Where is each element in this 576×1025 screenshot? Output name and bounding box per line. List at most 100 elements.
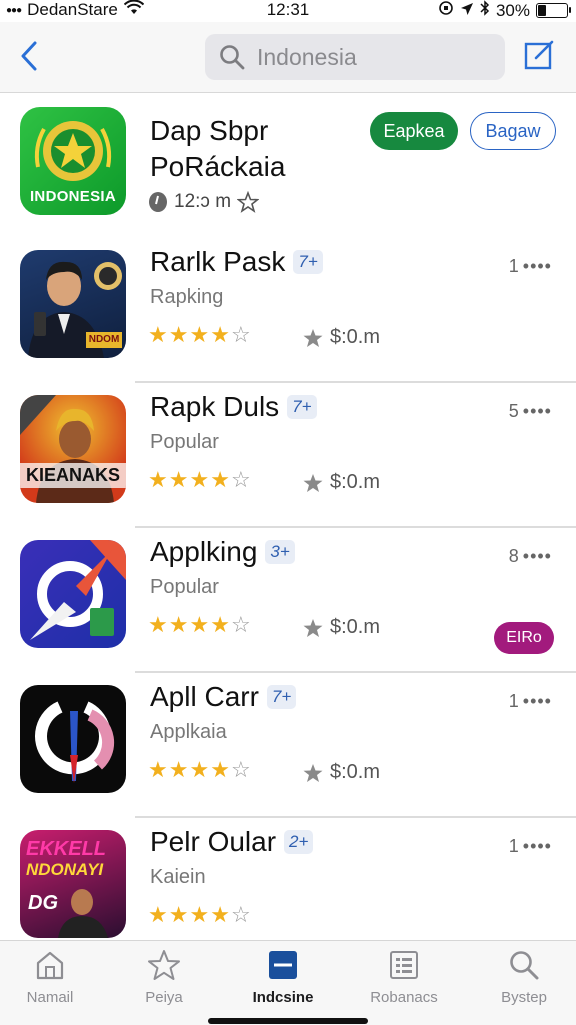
tab-label: Peiya [145, 989, 183, 1006]
app-price: $:0.m [302, 471, 380, 494]
star-icon [303, 328, 323, 347]
chevron-left-icon [21, 41, 37, 71]
app-title: Rarlk Pask [150, 246, 286, 277]
star-icon [303, 473, 323, 492]
featured-icon-label: INDONESIA [29, 188, 117, 205]
battery-fill [538, 5, 546, 16]
star-empty-icon: ☆ [230, 322, 251, 347]
app-subtitle: Rapking [150, 286, 224, 308]
star-filled-icon: ★ [189, 322, 210, 347]
square-minus-icon [269, 951, 297, 979]
rank-number: 1 [508, 691, 519, 711]
list-item[interactable]: KIEANAKS Rapk Duls 7+ Popular ★ ★ ★ ★ ☆ $:0.… [0, 383, 576, 528]
star-outline-icon [237, 191, 260, 213]
app-icon [20, 685, 126, 793]
nav-bar [0, 22, 576, 93]
rank-indicator[interactable]: 8 •••• [509, 546, 552, 567]
grid-list-icon [390, 951, 418, 979]
search-icon [510, 951, 539, 980]
rank-indicator[interactable]: 1 •••• [509, 691, 552, 712]
app-price-text: $:0.m [330, 761, 381, 783]
star-filled-icon: ★ [168, 902, 189, 927]
clock-icon [149, 192, 167, 212]
star-filled-icon: ★ [148, 467, 168, 492]
rating-stars: ★ ★ ★ ★ ☆ [148, 469, 251, 491]
tag-pill[interactable]: EIRo [494, 622, 554, 654]
list-item[interactable]: Applking 3+ Popular ★ ★ ★ ★ ☆ $:0.m 8 •••• E… [0, 528, 576, 673]
app-title-row: Rapk Duls 7+ [150, 391, 317, 423]
featured-title-line1: Dap Sbpr [150, 115, 269, 146]
featured-title: Dap Sbpr PoRáckaia [150, 113, 370, 185]
star-icon [303, 763, 323, 782]
more-dots-icon: •••• [522, 256, 552, 276]
more-dots-icon: •••• [522, 691, 552, 711]
app-subtitle: Popular [150, 431, 219, 453]
app-icon: KIEANAKS [20, 395, 126, 503]
featured-primary-button[interactable]: Eapkea [370, 112, 458, 150]
app-icon-poster-line2: NDONAYI [26, 860, 104, 879]
app-title-row: Apll Carr 7+ [150, 681, 297, 713]
star-empty-icon: ☆ [230, 902, 251, 927]
star-empty-icon: ☆ [230, 757, 251, 782]
rank-indicator[interactable]: 1 •••• [509, 836, 552, 857]
star-filled-icon: ★ [210, 757, 230, 782]
battery-percent: 30% [495, 0, 530, 20]
age-badge: 7+ [266, 685, 297, 709]
rank-indicator[interactable]: 1 •••• [509, 256, 552, 277]
app-icon [20, 540, 126, 648]
app-price-text: $:0.m [330, 326, 381, 348]
star-filled-icon: ★ [189, 467, 210, 492]
rating-stars: ★ ★ ★ ★ ☆ [148, 614, 251, 636]
rank-number: 8 [508, 546, 519, 566]
tab-search[interactable]: Bystep [474, 949, 574, 1006]
star-filled-icon: ★ [148, 902, 168, 927]
tab-current[interactable]: Indcsine [233, 949, 333, 1006]
tab-label: Namail [26, 989, 74, 1006]
app-icon-poster-line3: DG [28, 892, 58, 914]
star-empty-icon: ☆ [230, 467, 251, 492]
age-badge: 3+ [265, 540, 295, 564]
tab-categories[interactable]: Robanacs [354, 949, 454, 1006]
featured-app-icon: INDONESIA [20, 107, 126, 215]
star-filled-icon: ★ [210, 612, 230, 637]
tab-label: Indcsine [252, 989, 314, 1006]
more-dots-icon: •••• [522, 546, 552, 566]
app-icon-badge-text: NDOM [88, 334, 120, 345]
star-filled-icon: ★ [210, 467, 230, 492]
orientation-lock-icon [438, 0, 454, 21]
tab-bar: Namail Peiya Indcsine Robanacs Bystep [0, 940, 576, 1025]
tab-label: Robanacs [370, 989, 438, 1006]
app-title-row: Rarlk Pask 7+ [150, 246, 323, 278]
app-subtitle: Popular [150, 576, 219, 598]
rating-stars: ★ ★ ★ ★ ☆ [148, 324, 251, 346]
featured-secondary-button[interactable]: Bagaw [470, 112, 556, 150]
compass-needle-icon [30, 540, 126, 640]
star-filled-icon: ★ [189, 612, 210, 637]
app-icon: EKKELL NDONAYI DG [20, 830, 126, 938]
tab-featured[interactable]: Peiya [114, 949, 214, 1006]
search-input[interactable] [255, 42, 489, 72]
compose-button[interactable] [522, 38, 558, 74]
rank-indicator[interactable]: 5 •••• [509, 401, 552, 422]
app-price: $:0.m [302, 616, 380, 639]
age-badge: 2+ [284, 830, 314, 854]
home-icon [36, 951, 64, 980]
list-item[interactable]: NDOM Rarlk Pask 7+ Rapking ★ ★ ★ ★ ☆ $:0.m 1… [0, 238, 576, 383]
home-indicator [208, 1018, 368, 1024]
app-title-row: Pelr Oular 2+ [150, 826, 314, 858]
more-dots-icon: •••• [522, 836, 552, 856]
star-filled-icon: ★ [148, 612, 168, 637]
star-icon [303, 618, 323, 637]
back-button[interactable] [14, 36, 44, 76]
tab-home[interactable]: Namail [0, 949, 100, 1006]
rank-number: 1 [508, 836, 519, 856]
app-icon-poster-line1: EKKELL [26, 838, 106, 860]
app-price: $:0.m [302, 326, 380, 349]
featured-meta: 12:ↄ m [148, 191, 260, 213]
age-badge: 7+ [293, 250, 323, 274]
app-title: Applking [150, 536, 258, 567]
featured-title-line2: PoRáckaia [150, 151, 286, 182]
list-item[interactable]: Apll Carr 7+ Applkaia ★ ★ ★ ★ ☆ $:0.m 1 •••• [0, 673, 576, 818]
star-icon [148, 950, 180, 980]
search-box[interactable] [205, 34, 505, 80]
